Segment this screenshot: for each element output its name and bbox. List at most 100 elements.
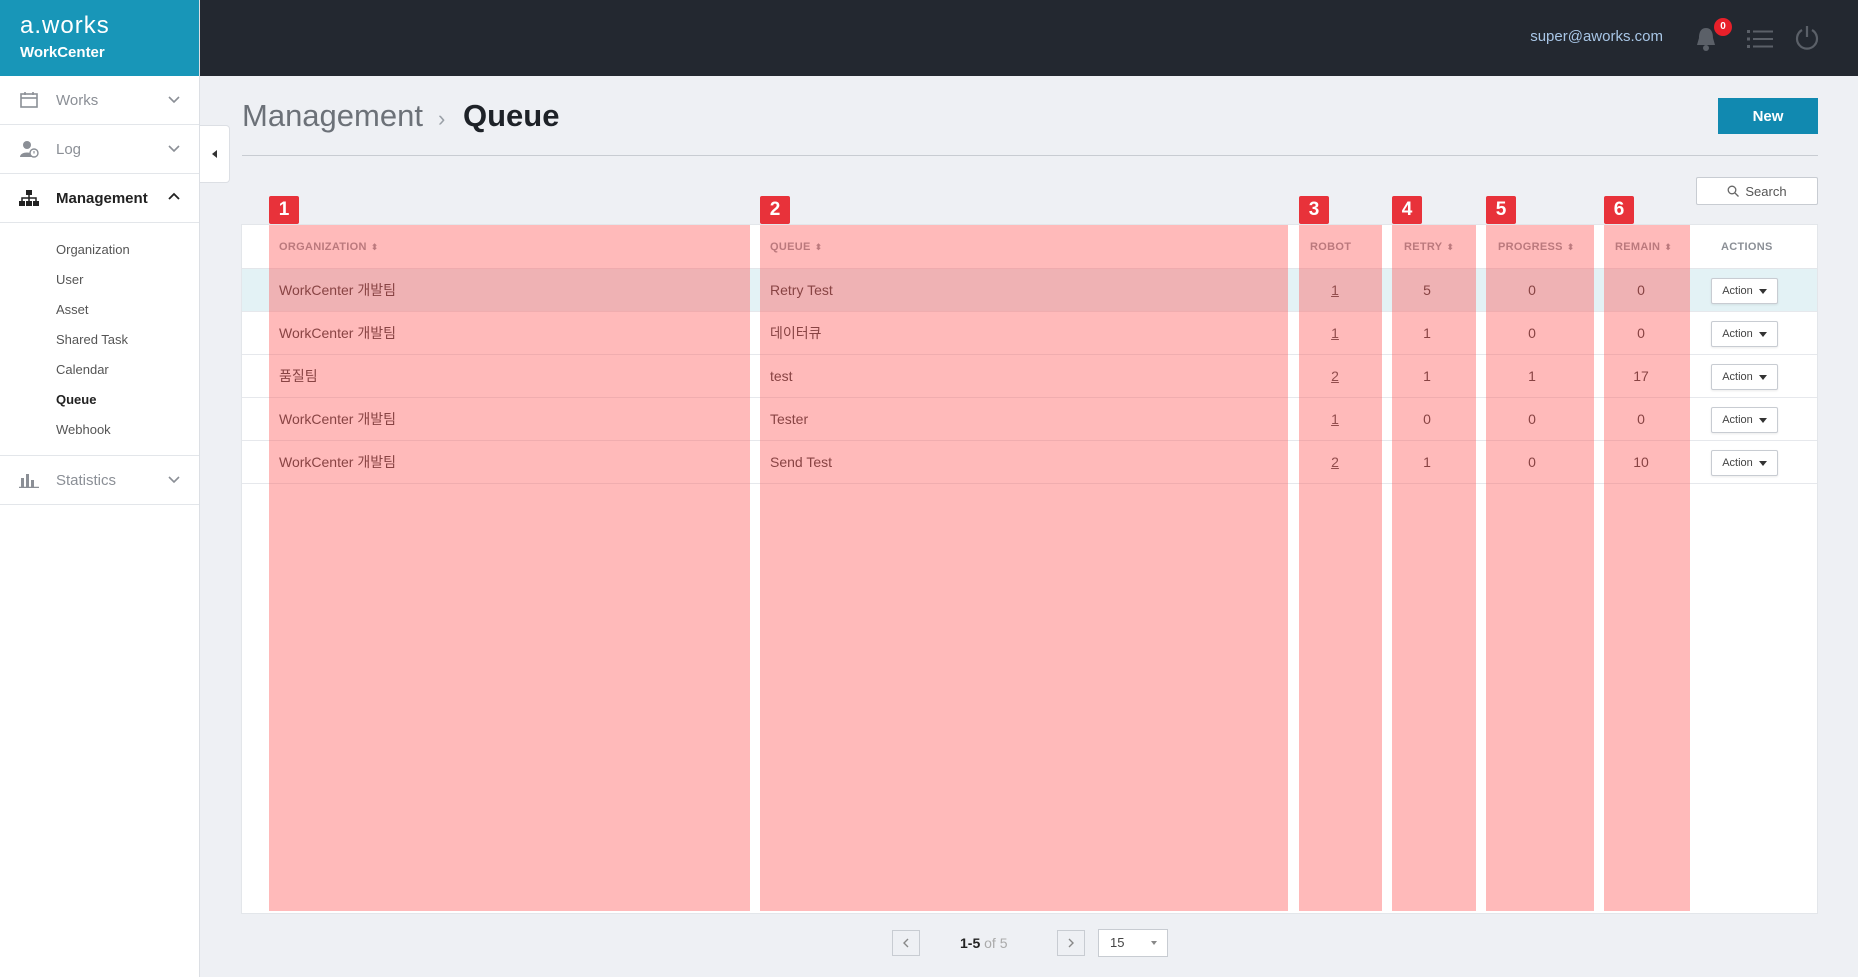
column-header-queue[interactable]: QUEUE ⬍ — [770, 225, 822, 269]
sort-icon: ⬍ — [1566, 242, 1575, 252]
cell-organization: 품질팀 — [279, 368, 318, 384]
page-header: Management › Queue New — [242, 96, 1818, 156]
pagination-total: 5 — [999, 935, 1008, 951]
table-row[interactable]: WorkCenter 개발팀 Retry Test 1 5 0 0 Action — [242, 269, 1817, 312]
bar-chart-icon — [18, 471, 40, 489]
column-header-progress[interactable]: PROGRESS ⬍ — [1498, 225, 1575, 269]
caret-down-icon — [1758, 417, 1767, 423]
column-header-organization[interactable]: ORGANIZATION ⬍ — [279, 225, 379, 269]
pagination-range: 1-5 of 5 — [960, 935, 1008, 951]
caret-down-icon — [1758, 288, 1767, 294]
cell-remain: 0 — [1637, 411, 1645, 427]
cell-remain: 10 — [1633, 454, 1649, 470]
chevron-down-icon — [168, 476, 180, 484]
new-button[interactable]: New — [1718, 98, 1818, 134]
caret-down-icon — [1758, 374, 1767, 380]
sidebar-item-works[interactable]: Works — [0, 76, 199, 125]
subnav-item-calendar[interactable]: Calendar — [0, 355, 199, 385]
cell-robot-link[interactable]: 2 — [1331, 368, 1339, 384]
brand-product-name: WorkCenter — [20, 44, 105, 61]
table-row[interactable]: WorkCenter 개발팀 데이터큐 1 1 0 0 Action — [242, 312, 1817, 355]
page-size-select[interactable]: 15 — [1098, 929, 1168, 957]
cell-retry: 1 — [1423, 325, 1431, 341]
cell-robot-link[interactable]: 1 — [1331, 325, 1339, 341]
subnav-item-organization[interactable]: Organization — [0, 235, 199, 265]
cell-progress: 0 — [1528, 282, 1536, 298]
cell-robot-link[interactable]: 1 — [1331, 282, 1339, 298]
caret-left-icon — [211, 150, 217, 158]
top-bar: super@aworks.com 0 — [200, 0, 1858, 76]
subnav-item-asset[interactable]: Asset — [0, 295, 199, 325]
brand-header[interactable]: a.works WorkCenter — [0, 0, 199, 76]
action-dropdown-button[interactable]: Action — [1711, 321, 1778, 347]
sidebar-collapse-button[interactable] — [200, 125, 230, 183]
cell-remain: 17 — [1633, 368, 1649, 384]
subnav-item-shared-task[interactable]: Shared Task — [0, 325, 199, 355]
annotation-marker-5: 5 — [1486, 196, 1516, 224]
cell-organization: WorkCenter 개발팀 — [279, 282, 396, 298]
cell-retry: 1 — [1423, 454, 1431, 470]
subnav-item-user[interactable]: User — [0, 265, 199, 295]
subnav-item-webhook[interactable]: Webhook — [0, 415, 199, 445]
cell-organization: WorkCenter 개발팀 — [279, 325, 396, 341]
sidebar-item-label: Statistics — [56, 471, 117, 489]
annotation-marker-2: 2 — [760, 196, 790, 224]
cell-organization: WorkCenter 개발팀 — [279, 454, 396, 470]
cell-progress: 1 — [1528, 368, 1536, 384]
chevron-down-icon — [168, 145, 180, 153]
cell-remain: 0 — [1637, 325, 1645, 341]
breadcrumb-separator: › — [438, 106, 446, 131]
breadcrumb-root[interactable]: Management — [242, 98, 423, 134]
list-icon[interactable] — [1747, 28, 1773, 50]
caret-down-icon — [1758, 331, 1767, 337]
sidebar-item-log[interactable]: Log — [0, 125, 199, 174]
search-button[interactable]: Search — [1696, 177, 1818, 205]
page-title: Queue — [463, 98, 560, 133]
sort-icon: ⬍ — [1446, 242, 1455, 252]
user-email[interactable]: super@aworks.com — [1530, 28, 1663, 45]
page-size-value: 15 — [1110, 935, 1125, 950]
cell-queue: 데이터큐 — [770, 325, 822, 341]
sidebar-item-label: Log — [56, 140, 82, 158]
pagination-next-button[interactable] — [1057, 930, 1085, 956]
cell-retry: 1 — [1423, 368, 1431, 384]
caret-down-icon — [1151, 941, 1157, 945]
cell-retry: 5 — [1423, 282, 1431, 298]
action-dropdown-button[interactable]: Action — [1711, 407, 1778, 433]
caret-down-icon — [1758, 460, 1767, 466]
table-row[interactable]: 품질팀 test 2 1 1 17 Action — [242, 355, 1817, 398]
column-header-robot: ROBOT — [1310, 241, 1352, 253]
power-icon[interactable] — [1794, 25, 1820, 51]
action-dropdown-button[interactable]: Action — [1711, 278, 1778, 304]
cell-progress: 0 — [1528, 454, 1536, 470]
table-header: ORGANIZATION ⬍ QUEUE ⬍ ROBOT RETRY ⬍ PROGRE… — [242, 225, 1817, 269]
pagination-of-label: of — [984, 935, 996, 951]
sidebar-item-statistics[interactable]: Statistics — [0, 456, 199, 505]
cell-remain: 0 — [1637, 282, 1645, 298]
search-label: Search — [1745, 183, 1787, 199]
pagination-prev-button[interactable] — [892, 930, 920, 956]
sidebar-item-management[interactable]: Management — [0, 174, 199, 223]
search-icon — [1727, 185, 1740, 197]
management-subnav: Organization User Asset Shared Task Cale… — [0, 223, 199, 456]
annotation-marker-1: 1 — [269, 196, 299, 224]
table-row[interactable]: WorkCenter 개발팀 Tester 1 0 0 0 Action — [242, 398, 1817, 441]
cell-queue: Tester — [770, 411, 809, 427]
column-header-remain[interactable]: REMAIN ⬍ — [1615, 225, 1672, 269]
cell-retry: 0 — [1423, 411, 1431, 427]
table-row[interactable]: WorkCenter 개발팀 Send Test 2 1 0 10 Action — [242, 441, 1817, 484]
cell-robot-link[interactable]: 1 — [1331, 411, 1339, 427]
cell-robot-link[interactable]: 2 — [1331, 454, 1339, 470]
chevron-left-icon — [903, 938, 909, 948]
cell-queue: Retry Test — [770, 282, 833, 298]
action-dropdown-button[interactable]: Action — [1711, 450, 1778, 476]
sidebar-item-label: Management — [56, 189, 148, 207]
user-log-icon — [18, 140, 40, 158]
cell-progress: 0 — [1528, 325, 1536, 341]
hierarchy-icon — [18, 189, 40, 207]
action-dropdown-button[interactable]: Action — [1711, 364, 1778, 390]
annotation-marker-4: 4 — [1392, 196, 1422, 224]
chevron-right-icon — [1068, 938, 1074, 948]
column-header-retry[interactable]: RETRY ⬍ — [1404, 225, 1454, 269]
subnav-item-queue[interactable]: Queue — [0, 385, 199, 415]
